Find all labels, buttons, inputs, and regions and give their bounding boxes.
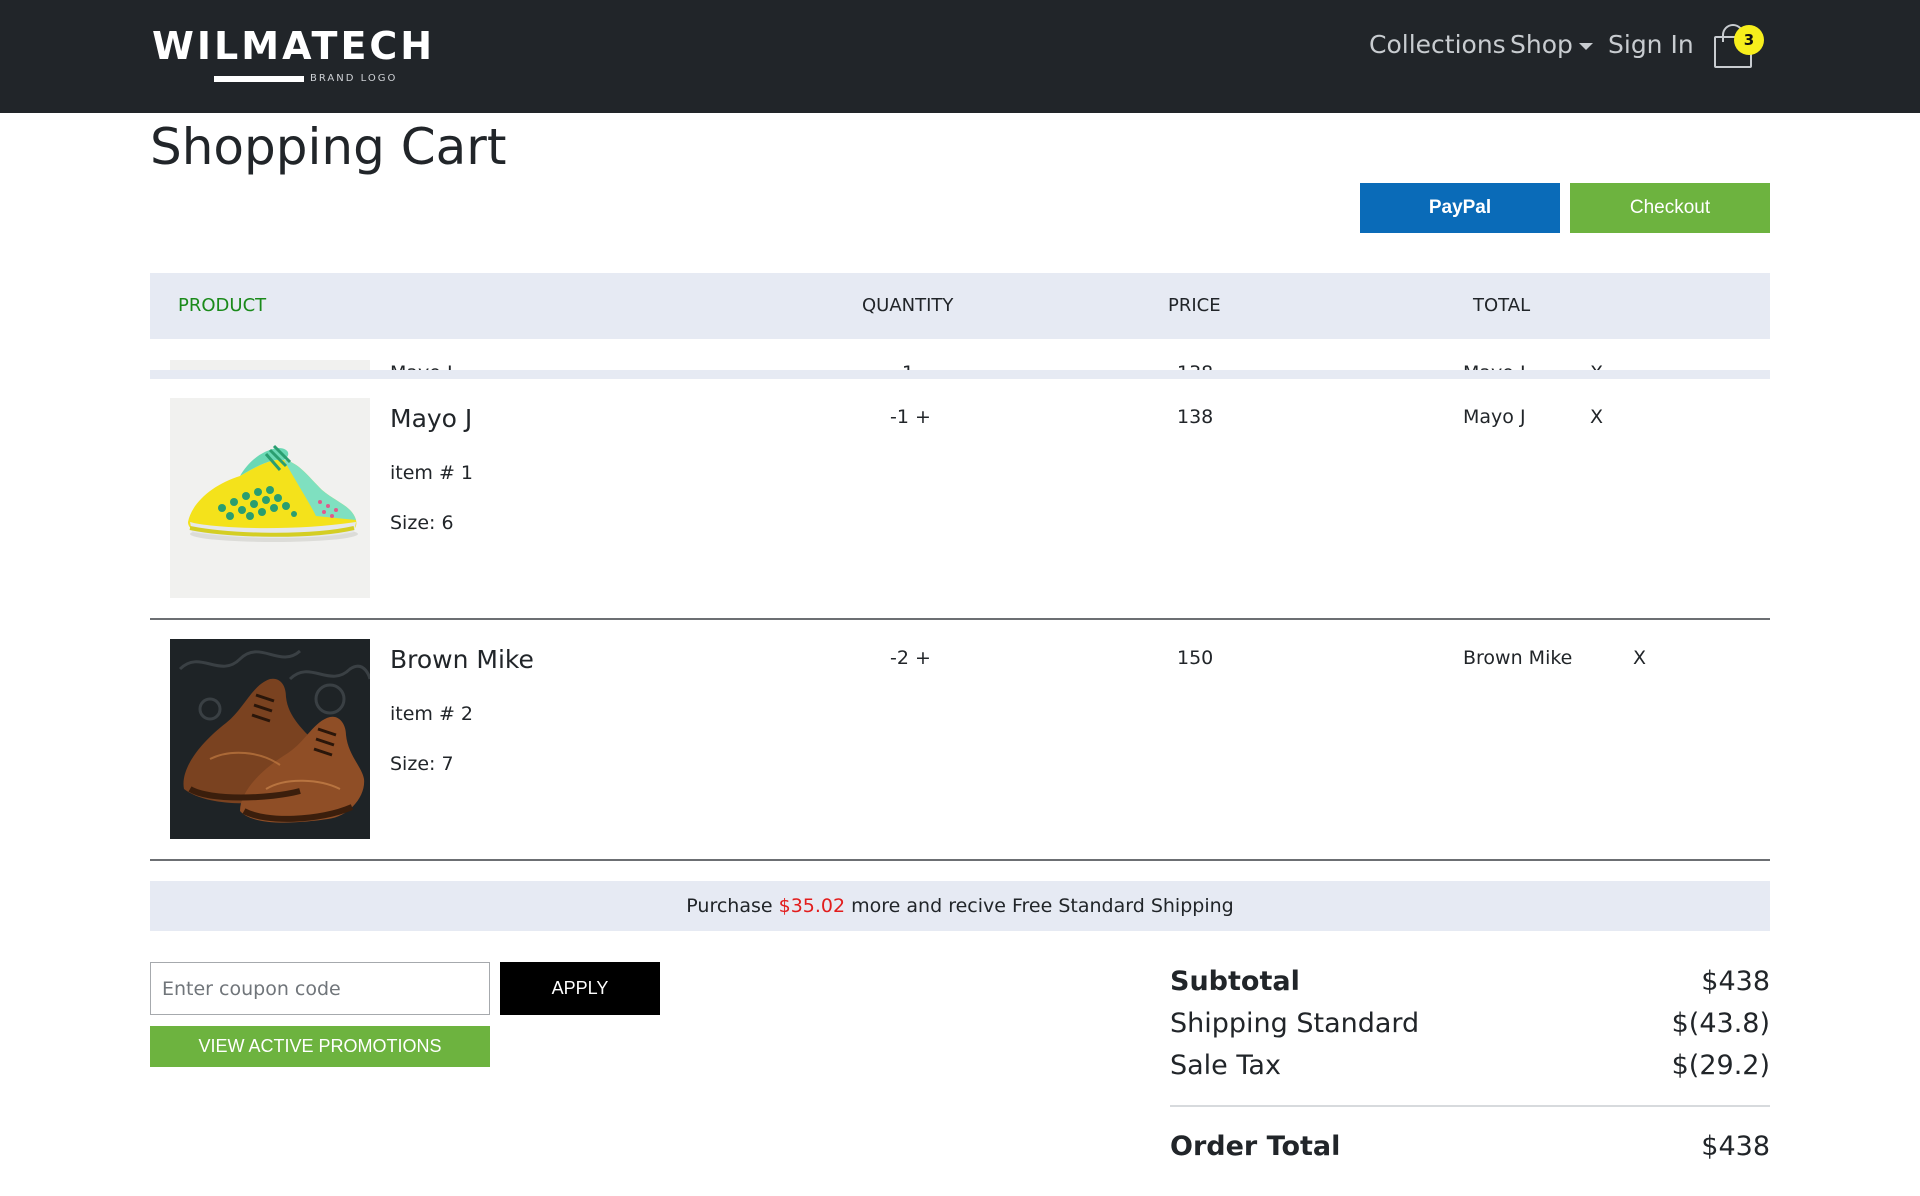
table-row: Mayo J item # 1 Size: 6 -1 + 138 Mayo J … [150, 380, 1770, 620]
product-total: Brown Mike [1463, 647, 1573, 669]
summary-divider [1170, 1105, 1770, 1107]
product-name[interactable]: Mayo J [390, 404, 472, 433]
product-item-number: item # 2 [390, 703, 474, 725]
cart-table-header: PRODUCT QUANTITY PRICE TOTAL [150, 273, 1770, 339]
subtotal-label: Subtotal [1170, 966, 1300, 997]
cart-count-badge: 3 [1734, 25, 1764, 55]
product-size: Size: 7 [390, 753, 454, 775]
table-row-clipped: Mayo J 1 138 Mayo J X [150, 352, 1770, 372]
shipping-banner-prefix: Purchase [686, 895, 773, 917]
product-item-number: item # 1 [390, 462, 474, 484]
coupon-code-input[interactable] [150, 962, 490, 1015]
column-header-total: TOTAL [1473, 295, 1531, 316]
tax-value: $(29.2) [1671, 1050, 1770, 1081]
remove-item-button[interactable]: X [1633, 647, 1646, 669]
column-header-price: PRICE [1168, 295, 1221, 316]
view-promotions-button[interactable]: VIEW ACTIVE PROMOTIONS [150, 1026, 490, 1067]
navbar: WILMATECH BRAND LOGO Collections Shop Si… [0, 0, 1920, 113]
checkout-button[interactable]: Checkout [1570, 183, 1770, 233]
shipping-value: $(43.8) [1671, 1008, 1770, 1039]
shipping-banner-suffix: more and recive Free Standard Shipping [851, 895, 1234, 917]
nav-shop-label: Shop [1510, 30, 1573, 59]
logo-underline [214, 76, 304, 82]
column-header-product: PRODUCT [178, 295, 267, 316]
nav-sign-in-link[interactable]: Sign In [1608, 30, 1694, 66]
paypal-button[interactable]: PayPal [1360, 183, 1560, 233]
brand-logo[interactable]: WILMATECH BRAND LOGO [152, 24, 432, 90]
product-image-sneaker[interactable] [170, 398, 370, 598]
brand-tagline: BRAND LOGO [310, 73, 398, 84]
chevron-down-icon [1578, 42, 1593, 50]
product-price: 150 [1177, 647, 1214, 669]
product-price: 138 [1177, 406, 1214, 428]
nav-collections-link[interactable]: Collections [1369, 30, 1506, 66]
tax-label: Sale Tax [1170, 1050, 1281, 1081]
product-total: Mayo J [1463, 406, 1526, 428]
summary-shipping: Shipping Standard $(43.8) [1170, 1008, 1770, 1048]
order-total-value: $438 [1701, 1131, 1770, 1162]
shipping-remaining-amount: $35.02 [778, 895, 846, 917]
quantity-stepper[interactable]: -1 + [890, 406, 931, 428]
product-name[interactable]: Brown Mike [390, 645, 534, 674]
nav-shop-dropdown[interactable]: Shop [1510, 30, 1593, 66]
summary-order-total: Order Total $438 [1170, 1131, 1770, 1171]
remove-item-button[interactable]: X [1590, 406, 1603, 428]
page-title: Shopping Cart [150, 118, 507, 176]
product-size: Size: 6 [390, 512, 454, 534]
brand-name: WILMATECH [152, 24, 436, 68]
apply-coupon-button[interactable]: APPLY [500, 962, 660, 1015]
order-total-label: Order Total [1170, 1131, 1341, 1162]
free-shipping-banner: Purchase $35.02 more and recive Free Sta… [150, 881, 1770, 931]
summary-tax: Sale Tax $(29.2) [1170, 1050, 1770, 1090]
subtotal-value: $438 [1701, 966, 1770, 997]
table-row: Brown Mike item # 2 Size: 7 -2 + 150 Bro… [150, 621, 1770, 861]
shipping-label: Shipping Standard [1170, 1008, 1420, 1039]
product-image-oxford-shoes[interactable] [170, 639, 372, 839]
summary-subtotal: Subtotal $438 [1170, 966, 1770, 1006]
sticky-header-edge [150, 370, 1770, 379]
quantity-stepper[interactable]: -2 + [890, 647, 931, 669]
column-header-quantity: QUANTITY [862, 295, 954, 316]
